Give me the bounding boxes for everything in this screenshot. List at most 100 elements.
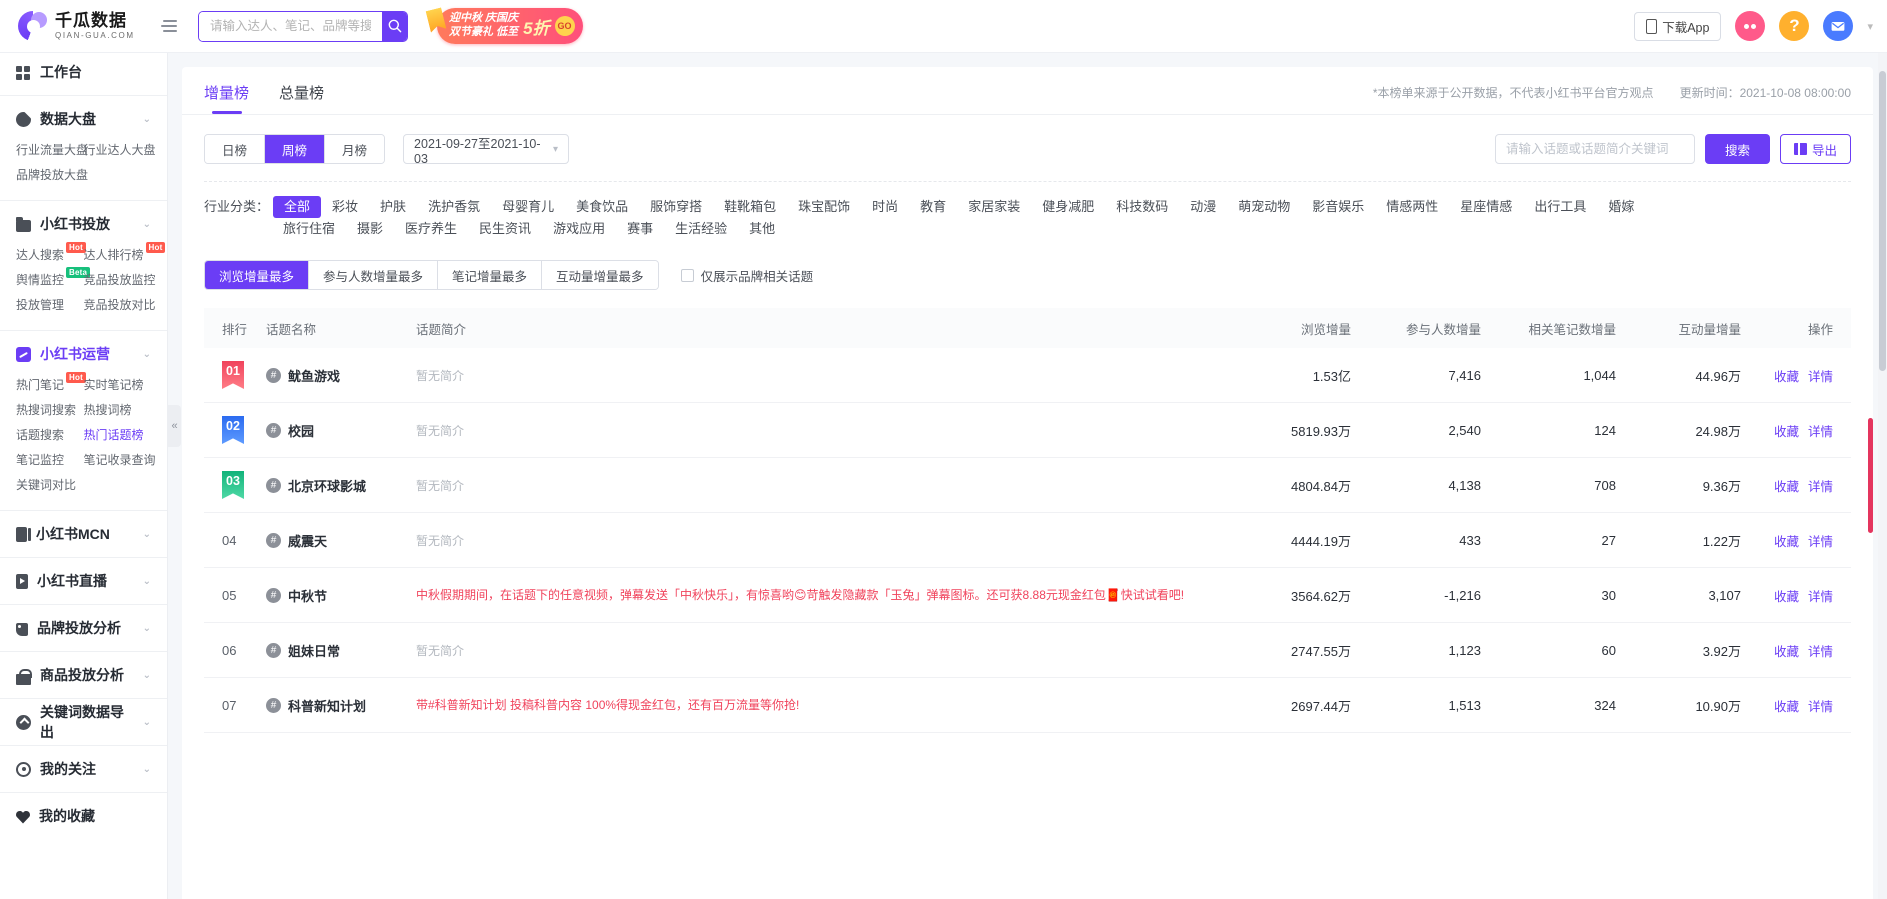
sidebar-group-header[interactable]: 小红书投放 ⌄ (16, 205, 151, 243)
sidebar-group-header[interactable]: 小红书运营 ⌄ (16, 335, 151, 373)
sort-tab-1[interactable]: 参与人数增量最多 (309, 261, 439, 289)
favorite-link[interactable]: 收藏 (1774, 645, 1799, 659)
period-month[interactable]: 月榜 (325, 135, 385, 163)
topic-link[interactable]: # 科普新知计划 (266, 696, 416, 715)
tab-increment[interactable]: 增量榜 (204, 82, 249, 114)
sidebar-link[interactable]: 竞品投放对比 (84, 293, 156, 318)
promo-banner[interactable]: 迎中秋 庆国庆 双节豪礼 低至 5折 GO (428, 6, 606, 46)
sidebar-link[interactable]: 舆情监控 Beta (16, 267, 91, 293)
period-week[interactable]: 周榜 (265, 135, 326, 163)
logo[interactable]: 千瓜数据 QIAN-GUA.COM (18, 11, 140, 41)
category-14[interactable]: 动漫 (1179, 196, 1227, 218)
category-22[interactable]: 摄影 (346, 218, 394, 240)
favorite-link[interactable]: 收藏 (1774, 535, 1799, 549)
category-7[interactable]: 鞋靴箱包 (713, 196, 787, 218)
topic-link[interactable]: # 威震天 (266, 531, 416, 550)
category-15[interactable]: 萌宠动物 (1227, 196, 1301, 218)
sidebar-link[interactable]: 话题搜索 (16, 423, 84, 448)
detail-link[interactable]: 详情 (1808, 425, 1833, 439)
sidebar-link[interactable]: 品牌投放大盘 (16, 163, 88, 188)
category-1[interactable]: 彩妆 (321, 196, 369, 218)
sidebar-group-header[interactable]: 商品投放分析 ⌄ (16, 656, 151, 694)
topic-link[interactable]: # 北京环球影城 (266, 476, 416, 495)
topic-link[interactable]: # 鱿鱼游戏 (266, 366, 416, 385)
sidebar-link[interactable]: 热门笔记 Hot (16, 372, 86, 398)
category-16[interactable]: 影音娱乐 (1301, 196, 1375, 218)
favorite-link[interactable]: 收藏 (1774, 480, 1799, 494)
favorite-link[interactable]: 收藏 (1774, 590, 1799, 604)
favorite-link[interactable]: 收藏 (1774, 370, 1799, 384)
detail-link[interactable]: 详情 (1808, 590, 1833, 604)
category-10[interactable]: 教育 (909, 196, 957, 218)
keyword-input[interactable] (1494, 134, 1695, 164)
category-26[interactable]: 赛事 (616, 218, 664, 240)
page-scrollbar-track[interactable] (1878, 53, 1887, 899)
category-21[interactable]: 旅行住宿 (272, 218, 346, 240)
sort-tab-3[interactable]: 互动量增量最多 (542, 261, 658, 289)
brand-only-checkbox[interactable]: 仅展示品牌相关话题 (680, 266, 813, 285)
category-2[interactable]: 护肤 (369, 196, 417, 218)
export-button[interactable]: 导出 (1779, 134, 1851, 164)
favorite-link[interactable]: 收藏 (1774, 700, 1799, 714)
collapse-menu-icon[interactable] (158, 16, 178, 36)
help-icon[interactable]: ? (1779, 11, 1810, 41)
dots-icon[interactable] (1735, 11, 1766, 41)
download-app-button[interactable]: 下载App (1634, 11, 1722, 41)
category-11[interactable]: 家居家装 (957, 196, 1031, 218)
category-23[interactable]: 医疗养生 (394, 218, 468, 240)
category-17[interactable]: 情感两性 (1375, 196, 1449, 218)
detail-link[interactable]: 详情 (1808, 700, 1833, 714)
sidebar-link[interactable]: 笔记监控 (16, 448, 84, 473)
chevron-down-icon[interactable]: ⌄ (143, 717, 151, 728)
sidebar-group-header[interactable]: 数据大盘 ⌄ (16, 100, 151, 138)
sidebar-group-header[interactable]: 我的收藏 (16, 797, 151, 835)
sidebar-group-header[interactable]: 小红书直播 ⌄ (16, 562, 151, 600)
sidebar-group-header[interactable]: 品牌投放分析 ⌄ (16, 609, 151, 647)
detail-link[interactable]: 详情 (1808, 535, 1833, 549)
checkbox-box[interactable] (680, 268, 694, 282)
category-27[interactable]: 生活经验 (664, 218, 738, 240)
sidebar-link[interactable]: 竞品投放监控 (84, 268, 156, 293)
chevron-down-icon[interactable]: ⌄ (143, 670, 151, 681)
category-8[interactable]: 珠宝配饰 (787, 196, 861, 218)
detail-link[interactable]: 详情 (1808, 645, 1833, 659)
sidebar-link[interactable]: 笔记收录查询 (84, 448, 156, 473)
search-input[interactable] (199, 11, 382, 41)
category-12[interactable]: 健身减肥 (1031, 196, 1105, 218)
inner-scrollbar[interactable] (1868, 418, 1873, 533)
page-scrollbar-thumb[interactable] (1879, 71, 1886, 371)
chevron-down-icon[interactable]: ⌄ (143, 576, 151, 587)
sidebar-link[interactable]: 达人排行榜 Hot (84, 242, 166, 268)
chevron-down-icon[interactable]: ⌄ (143, 349, 151, 360)
category-5[interactable]: 美食饮品 (565, 196, 639, 218)
category-28[interactable]: 其他 (738, 218, 786, 240)
category-18[interactable]: 星座情感 (1449, 196, 1523, 218)
chevron-down-icon[interactable]: ⌄ (143, 529, 151, 540)
sidebar-group-header[interactable]: 关键词数据导出 ⌄ (16, 703, 151, 741)
category-24[interactable]: 民生资讯 (468, 218, 542, 240)
category-9[interactable]: 时尚 (861, 196, 909, 218)
sidebar-link[interactable]: 达人搜索 Hot (16, 242, 86, 268)
chevron-down-icon[interactable]: ▾ (1867, 20, 1873, 33)
sidebar-group-header[interactable]: 工作台 (16, 53, 151, 91)
sort-tab-2[interactable]: 笔记增量最多 (438, 261, 543, 289)
category-4[interactable]: 母婴育儿 (491, 196, 565, 218)
chevron-down-icon[interactable]: ⌄ (143, 219, 151, 230)
category-6[interactable]: 服饰穿搭 (639, 196, 713, 218)
category-25[interactable]: 游戏应用 (542, 218, 616, 240)
detail-link[interactable]: 详情 (1808, 480, 1833, 494)
topic-link[interactable]: # 校园 (266, 421, 416, 440)
keyword-search-button[interactable]: 搜索 (1704, 134, 1770, 164)
topic-link[interactable]: # 中秋节 (266, 586, 416, 605)
sidebar-link[interactable]: 实时笔记榜 (84, 373, 152, 398)
category-13[interactable]: 科技数码 (1105, 196, 1179, 218)
tab-total[interactable]: 总量榜 (279, 82, 324, 114)
sidebar-link[interactable]: 热搜词搜索 (16, 398, 84, 423)
sidebar-link[interactable]: 热搜词榜 (84, 398, 152, 423)
topic-link[interactable]: # 姐妹日常 (266, 641, 416, 660)
category-20[interactable]: 婚嫁 (1597, 196, 1645, 218)
mail-icon[interactable] (1823, 11, 1854, 41)
promo-go-button[interactable]: GO (554, 16, 575, 36)
search-button[interactable] (382, 11, 407, 41)
sidebar-link[interactable]: 热门话题榜 (84, 423, 152, 448)
